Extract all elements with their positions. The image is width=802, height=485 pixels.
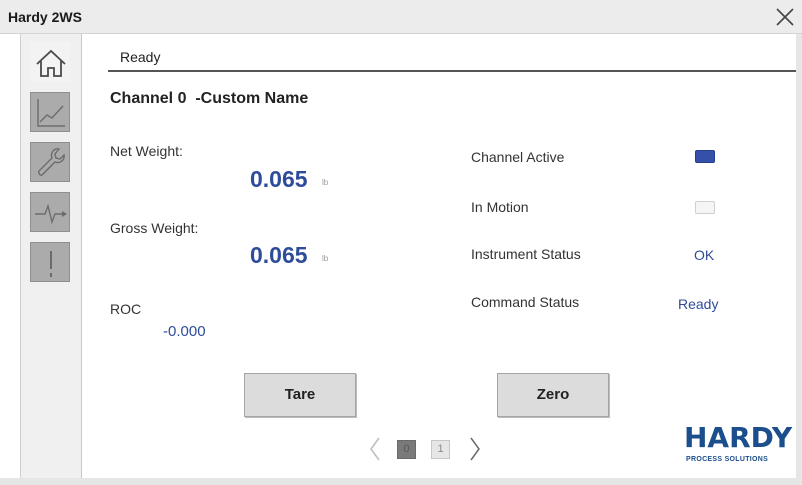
instrument-status-value: OK bbox=[694, 247, 715, 263]
command-status-value: Ready bbox=[678, 296, 719, 312]
pager-page-1[interactable]: 1 bbox=[431, 440, 450, 459]
sidebar bbox=[20, 34, 82, 482]
roc-value: -0.000 bbox=[163, 323, 206, 340]
zero-button[interactable]: Zero bbox=[497, 373, 609, 417]
in-motion-indicator bbox=[695, 201, 715, 214]
hardy-window: Hardy 2WS Ready Channel 0 -Custom Name N… bbox=[0, 0, 802, 485]
gross-weight-value: 0.065 bbox=[250, 242, 308, 268]
alert-icon bbox=[50, 251, 52, 277]
logo-wordmark: HARDY bbox=[684, 421, 793, 454]
close-button[interactable] bbox=[770, 2, 800, 32]
window-frame-right bbox=[796, 34, 802, 485]
status-bar: Ready bbox=[108, 47, 802, 72]
gross-weight-unit: lb bbox=[322, 254, 329, 263]
channel-title: Channel 0 -Custom Name bbox=[110, 90, 309, 107]
chevron-left-icon bbox=[370, 437, 380, 461]
home-icon bbox=[36, 49, 66, 77]
instrument-status-label: Instrument Status bbox=[471, 246, 581, 262]
status-text: Ready bbox=[120, 49, 161, 65]
pager-page-0[interactable]: 0 bbox=[397, 440, 416, 459]
sidebar-item-alarms[interactable] bbox=[30, 242, 70, 282]
net-weight-unit: lb bbox=[322, 178, 329, 187]
command-status-label: Command Status bbox=[471, 294, 580, 310]
chevron-right-icon bbox=[470, 437, 480, 461]
net-weight-label: Net Weight: bbox=[110, 143, 183, 159]
pager-next-button[interactable] bbox=[468, 436, 482, 467]
sidebar-item-setup[interactable] bbox=[30, 142, 70, 182]
pager-prev-button[interactable] bbox=[368, 436, 382, 467]
sidebar-item-diagnostics[interactable] bbox=[30, 192, 70, 232]
window-frame-bottom bbox=[0, 478, 802, 485]
close-icon bbox=[776, 8, 794, 26]
gross-weight-label: Gross Weight: bbox=[110, 220, 199, 236]
sidebar-item-home[interactable] bbox=[30, 42, 70, 82]
chart-icon bbox=[37, 99, 65, 127]
hardy-logo: HARDY PROCESS SOLUTIONS bbox=[684, 423, 800, 469]
wrench-icon bbox=[38, 148, 65, 176]
logo-tagline: PROCESS SOLUTIONS bbox=[686, 456, 769, 463]
channel-active-indicator bbox=[695, 150, 715, 163]
channel-active-label: Channel Active bbox=[471, 149, 565, 165]
waveform-icon bbox=[35, 203, 67, 225]
tare-button[interactable]: Tare bbox=[244, 373, 356, 417]
sidebar-item-trend[interactable] bbox=[30, 92, 70, 132]
title-bar: Hardy 2WS bbox=[0, 0, 802, 34]
net-weight-value: 0.065 bbox=[250, 166, 308, 192]
roc-label: ROC bbox=[110, 301, 142, 317]
window-title: Hardy 2WS bbox=[8, 9, 82, 25]
in-motion-label: In Motion bbox=[471, 199, 529, 215]
